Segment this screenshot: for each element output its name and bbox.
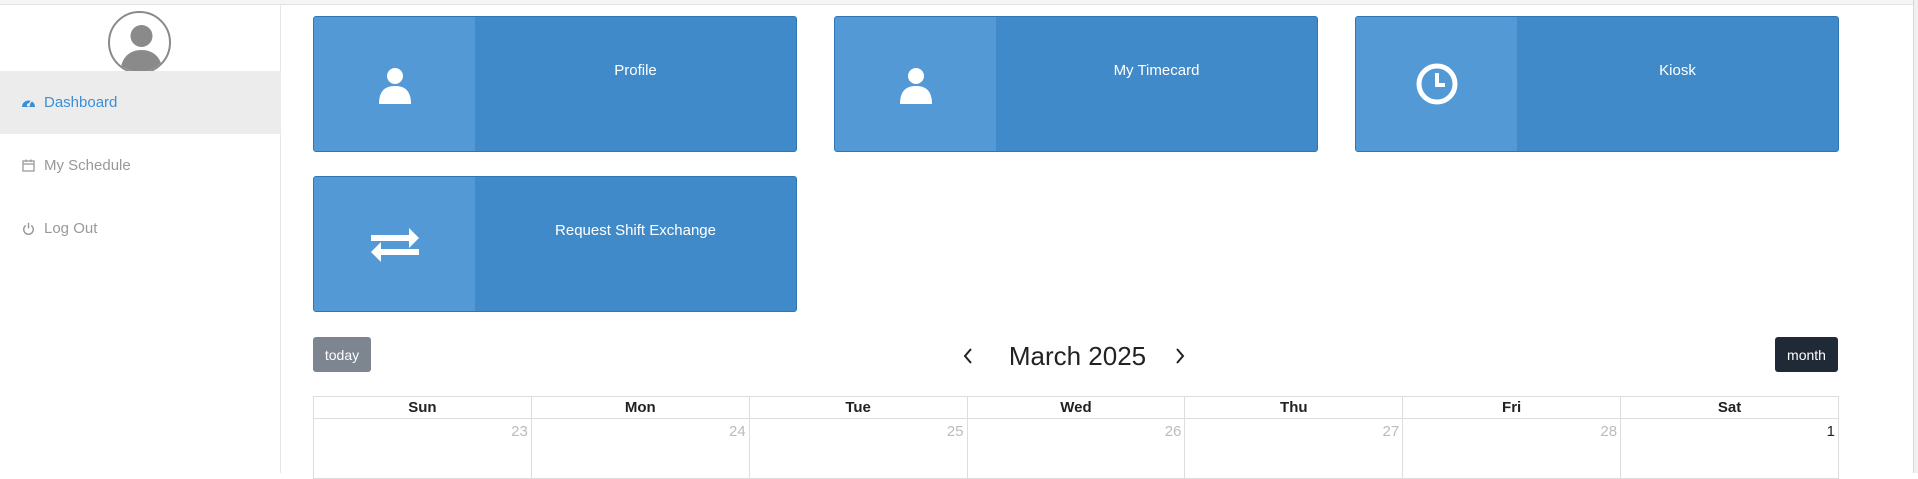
- sidebar-item-my-schedule[interactable]: My Schedule: [0, 134, 281, 197]
- calendar-day-cell[interactable]: 1: [1620, 418, 1839, 479]
- prev-month-button[interactable]: [958, 344, 978, 368]
- calendar-day-cell[interactable]: 26: [966, 418, 1186, 479]
- exchange-arrows-icon: [370, 228, 419, 262]
- dashboard-icon: [21, 95, 36, 110]
- weekday-header-row: Sun Mon Tue Wed Thu Fri Sat: [313, 396, 1839, 419]
- chevron-right-icon: [1176, 348, 1185, 364]
- sidebar-item-label: Log Out: [44, 220, 98, 237]
- tile-icon-panel: [1356, 17, 1517, 151]
- tile-label: Profile: [614, 62, 657, 79]
- weekday-header: Tue: [748, 396, 968, 419]
- tile-profile[interactable]: Profile: [313, 16, 797, 152]
- user-icon: [378, 68, 411, 104]
- calendar-day-cell[interactable]: 27: [1184, 418, 1404, 479]
- power-icon: [21, 221, 36, 236]
- tile-label: My Timecard: [1113, 62, 1200, 79]
- calendar-title: March 2025: [1008, 341, 1147, 371]
- avatar[interactable]: [108, 11, 171, 74]
- calendar-week-row: 23 24 25 26 27 28 1: [313, 418, 1839, 479]
- clock-icon: [1416, 63, 1457, 105]
- sidebar-item-dashboard[interactable]: Dashboard: [0, 71, 281, 134]
- weekday-header: Thu: [1184, 396, 1404, 419]
- vertical-scrollbar[interactable]: [1913, 0, 1918, 473]
- weekday-header: Wed: [966, 396, 1186, 419]
- tile-label: Kiosk: [1659, 62, 1696, 79]
- tile-label: Request Shift Exchange: [555, 222, 716, 239]
- sidebar-item-label: Dashboard: [44, 94, 118, 111]
- tile-icon-panel: [314, 17, 475, 151]
- weekday-header: Sat: [1620, 396, 1839, 419]
- sidebar-item-label: My Schedule: [44, 157, 131, 174]
- user-icon: [899, 68, 932, 104]
- tile-kiosk[interactable]: Kiosk: [1355, 16, 1839, 152]
- tile-icon-panel: [835, 17, 996, 151]
- next-month-button[interactable]: [1170, 344, 1190, 368]
- weekday-header: Fri: [1402, 396, 1622, 419]
- weekday-header: Sun: [313, 396, 532, 419]
- calendar-day-cell[interactable]: 23: [313, 418, 532, 479]
- calendar-day-cell[interactable]: 28: [1402, 418, 1622, 479]
- calendar-icon: [21, 158, 36, 173]
- tile-icon-panel: [314, 177, 475, 311]
- calendar-day-cell[interactable]: 25: [748, 418, 968, 479]
- sidebar-item-log-out[interactable]: Log Out: [0, 197, 281, 260]
- tile-my-timecard[interactable]: My Timecard: [834, 16, 1318, 152]
- weekday-header: Mon: [530, 396, 750, 419]
- chevron-left-icon: [963, 348, 972, 364]
- avatar-silhouette-icon: [120, 25, 163, 72]
- sidebar: Dashboard My Schedule Log Out: [0, 5, 281, 473]
- month-view-button[interactable]: month: [1775, 337, 1838, 372]
- top-bar: [0, 0, 1918, 5]
- tile-request-shift-exchange[interactable]: Request Shift Exchange: [313, 176, 797, 312]
- today-button[interactable]: today: [313, 337, 371, 372]
- calendar-grid: Sun Mon Tue Wed Thu Fri Sat 23 24 25 26 …: [313, 396, 1839, 479]
- calendar-day-cell[interactable]: 24: [530, 418, 750, 479]
